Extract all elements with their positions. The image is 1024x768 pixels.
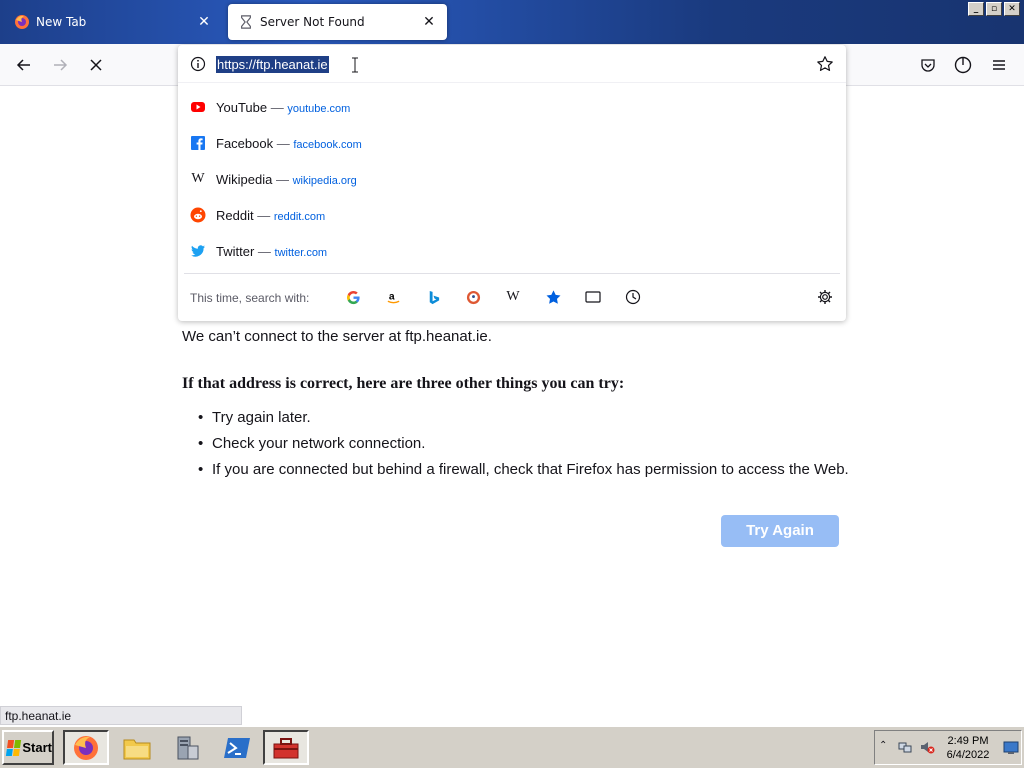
server-manager-icon [177, 736, 199, 759]
suggestion-separator: — [267, 100, 288, 115]
minimize-button[interactable]: _ [968, 2, 984, 16]
list-item: Check your network connection. [198, 434, 849, 460]
taskbar: Start ⌃ 2:49 PM 6/4/2022 [0, 726, 1024, 768]
volume-muted-icon[interactable] [919, 739, 935, 758]
settings-gear-icon[interactable] [816, 288, 834, 306]
suggestion-title: Wikipedia [216, 172, 273, 187]
taskbar-firefox[interactable] [63, 730, 109, 765]
back-button[interactable] [10, 52, 38, 78]
network-icon[interactable] [897, 739, 913, 758]
start-button[interactable]: Start [2, 730, 54, 765]
twitter-icon [190, 243, 206, 259]
svg-text:a: a [388, 291, 394, 302]
folder-icon [123, 739, 151, 759]
account-button[interactable] [952, 54, 974, 76]
close-tab-icon[interactable]: ✕ [421, 14, 437, 30]
wikipedia-icon: W [191, 171, 205, 186]
clock-date: 6/4/2022 [946, 749, 990, 761]
suggestion-twitter[interactable]: Twitter — twitter.com [178, 233, 846, 269]
windows-logo-icon [5, 739, 22, 756]
tab-label: Server Not Found [260, 15, 365, 29]
hourglass-icon [238, 14, 254, 30]
pocket-button[interactable] [917, 54, 939, 76]
taskbar-toolbox[interactable] [263, 730, 309, 765]
stop-icon [90, 59, 102, 71]
menu-button[interactable] [988, 54, 1010, 76]
close-window-button[interactable]: ✕ [1004, 2, 1020, 16]
window-controls: _ ▫ ✕ [968, 2, 1020, 16]
account-icon [954, 56, 972, 74]
facebook-icon [190, 135, 206, 151]
info-icon[interactable] [190, 56, 206, 72]
reddit-icon [190, 207, 206, 223]
clock[interactable]: 2:49 PM 6/4/2022 [943, 734, 993, 762]
close-tab-icon[interactable]: ✕ [196, 14, 212, 30]
status-bar-link: ftp.heanat.ie [0, 706, 242, 725]
suggestion-facebook[interactable]: Facebook — facebook.com [178, 125, 846, 161]
firefox-icon [14, 14, 30, 30]
suggestion-title: Facebook [216, 136, 274, 151]
restore-button[interactable]: ▫ [986, 2, 1002, 16]
suggestion-separator: — [272, 172, 293, 187]
bookmarks-icon[interactable] [544, 288, 562, 306]
suggestion-separator: — [273, 136, 294, 151]
arrow-right-icon [54, 59, 68, 71]
suggestion-url: reddit.com [273, 211, 326, 223]
youtube-icon [190, 99, 206, 115]
suggestion-title: YouTube [216, 100, 268, 115]
tabs-icon[interactable] [584, 288, 602, 306]
error-heading: If that address is correct, here are thr… [182, 375, 625, 392]
forward-button[interactable] [46, 52, 74, 78]
show-desktop-icon[interactable] [1003, 741, 1019, 758]
toolbox-icon [273, 737, 299, 758]
suggestion-url: wikipedia.org [292, 175, 357, 187]
taskbar-powershell[interactable] [214, 730, 260, 765]
history-icon[interactable] [624, 288, 642, 306]
bookmark-star-icon[interactable] [816, 55, 834, 73]
stop-button[interactable] [82, 52, 110, 78]
list-item: Try again later. [198, 408, 849, 434]
tab-new-tab[interactable]: New Tab ✕ [4, 4, 222, 40]
suggestion-url: twitter.com [274, 247, 328, 259]
powershell-icon [224, 737, 250, 758]
chevron-up-icon[interactable]: ⌃ [879, 740, 887, 751]
suggestion-url: facebook.com [293, 139, 362, 151]
error-description: We can’t connect to the server at ftp.he… [182, 328, 492, 345]
system-tray: ⌃ 2:49 PM 6/4/2022 [874, 730, 1022, 765]
duckduckgo-icon[interactable] [464, 288, 482, 306]
suggestion-title: Reddit [216, 208, 254, 223]
divider [184, 273, 840, 274]
try-again-button[interactable]: Try Again [721, 515, 839, 547]
google-icon[interactable] [344, 288, 362, 306]
pocket-icon [921, 59, 935, 72]
start-label: Start [22, 740, 52, 755]
suggestion-title: Twitter [216, 244, 255, 259]
amazon-icon[interactable]: a [384, 288, 402, 306]
url-input[interactable]: https://ftp.heanat.ie [216, 56, 329, 73]
tips-list: Try again later. Check your network conn… [198, 408, 849, 486]
list-item: If you are connected but behind a firewa… [198, 460, 849, 486]
url-bar[interactable]: https://ftp.heanat.ie [178, 45, 846, 83]
tab-label: New Tab [36, 15, 87, 29]
suggestion-separator: — [254, 244, 275, 259]
suggestion-url: youtube.com [287, 103, 351, 115]
taskbar-server-manager[interactable] [164, 730, 210, 765]
clock-time: 2:49 PM [947, 735, 989, 747]
url-bar-dropdown: https://ftp.heanat.ie YouTube — youtube.… [178, 45, 846, 321]
tab-strip: New Tab ✕ Server Not Found ✕ _ ▫ ✕ [0, 0, 1024, 44]
arrow-left-icon [16, 59, 30, 71]
suggestion-reddit[interactable]: Reddit — reddit.com [178, 197, 846, 233]
suggestion-youtube[interactable]: YouTube — youtube.com [178, 89, 846, 125]
suggestion-separator: — [253, 208, 274, 223]
taskbar-explorer[interactable] [114, 730, 160, 765]
search-with-label: This time, search with: [190, 291, 310, 305]
bing-icon[interactable] [424, 288, 442, 306]
hamburger-icon [993, 60, 1005, 70]
text-cursor-icon [351, 57, 359, 73]
suggestion-wikipedia[interactable]: W Wikipedia — wikipedia.org [178, 161, 846, 197]
firefox-icon [74, 735, 98, 760]
tab-server-not-found[interactable]: Server Not Found ✕ [228, 4, 447, 40]
wikipedia-search-icon[interactable]: W [504, 288, 522, 306]
